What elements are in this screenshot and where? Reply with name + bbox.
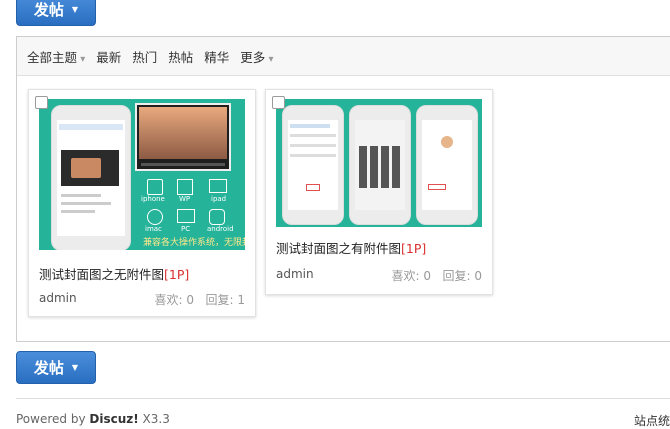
thread-meta: admin 喜欢: 0 回复: 0 <box>276 267 482 284</box>
platform-label: PC <box>181 225 191 233</box>
likes-count: 喜欢: 0 <box>391 269 432 283</box>
image-caption: 兼容各大操作系统，无限封装 <box>143 238 245 248</box>
post-button-top[interactable]: 发帖 ▼ <box>16 0 96 26</box>
powered-by: Powered by Discuz! X3.3 <box>16 412 170 426</box>
thread-meta: admin 喜欢: 0 回复: 1 <box>39 291 245 308</box>
platform-label: ipad <box>211 195 227 203</box>
filter-hot-posts[interactable]: 热帖 <box>168 47 193 66</box>
thread-card[interactable]: 测试封面图之有附件图[1P] admin 喜欢: 0 回复: 0 <box>265 89 493 295</box>
thread-title[interactable]: 测试封面图之有附件图[1P] <box>276 238 426 257</box>
likes-count: 喜欢: 0 <box>154 293 195 307</box>
replies-count: 回复: 1 <box>205 293 246 307</box>
filter-bar: 全部主题 最新 热门 热帖 精华 更多 <box>17 37 670 76</box>
cover-image[interactable] <box>276 99 482 227</box>
phone-mockup <box>416 105 478 225</box>
author-link[interactable]: admin <box>276 267 314 281</box>
filter-more[interactable]: 更多 <box>240 47 273 66</box>
chevron-down-icon: ▼ <box>71 363 79 372</box>
thread-stats: 喜欢: 0 回复: 0 <box>392 267 482 284</box>
chevron-down-icon: ▼ <box>71 5 79 14</box>
thread-title[interactable]: 测试封面图之无附件图[1P] <box>39 264 189 283</box>
post-button-label: 发帖 <box>33 1 64 19</box>
site-stats-link[interactable]: 站点统 <box>634 412 670 429</box>
platform-label: android <box>207 225 234 233</box>
phone-mockup <box>51 105 131 250</box>
footer-divider <box>16 398 670 399</box>
image-count-tag: [1P] <box>401 241 427 256</box>
video-player-preview <box>135 103 231 171</box>
cover-image[interactable]: iphone WP ipad imac PC android 兼容各大操作系统，… <box>39 99 245 250</box>
post-button-label: 发帖 <box>33 359 64 377</box>
filter-all-threads[interactable]: 全部主题 <box>27 47 85 66</box>
select-checkbox[interactable] <box>272 96 285 109</box>
select-checkbox[interactable] <box>35 96 48 109</box>
filter-hot[interactable]: 热门 <box>132 47 157 66</box>
replies-count: 回复: 0 <box>442 269 483 283</box>
brand-link[interactable]: Discuz! <box>89 412 138 426</box>
author-link[interactable]: admin <box>39 291 77 305</box>
phone-mockup <box>349 105 411 225</box>
image-count-tag: [1P] <box>164 267 190 282</box>
post-button-bottom[interactable]: 发帖 ▼ <box>16 351 96 384</box>
thread-stats: 喜欢: 0 回复: 1 <box>155 291 245 308</box>
platform-label: WP <box>179 195 191 203</box>
thread-card[interactable]: iphone WP ipad imac PC android 兼容各大操作系统，… <box>28 89 256 317</box>
phone-mockup <box>282 105 344 225</box>
platform-label: iphone <box>141 195 165 203</box>
filter-digest[interactable]: 精华 <box>204 47 229 66</box>
filter-latest[interactable]: 最新 <box>96 47 121 66</box>
platform-label: imac <box>145 225 162 233</box>
